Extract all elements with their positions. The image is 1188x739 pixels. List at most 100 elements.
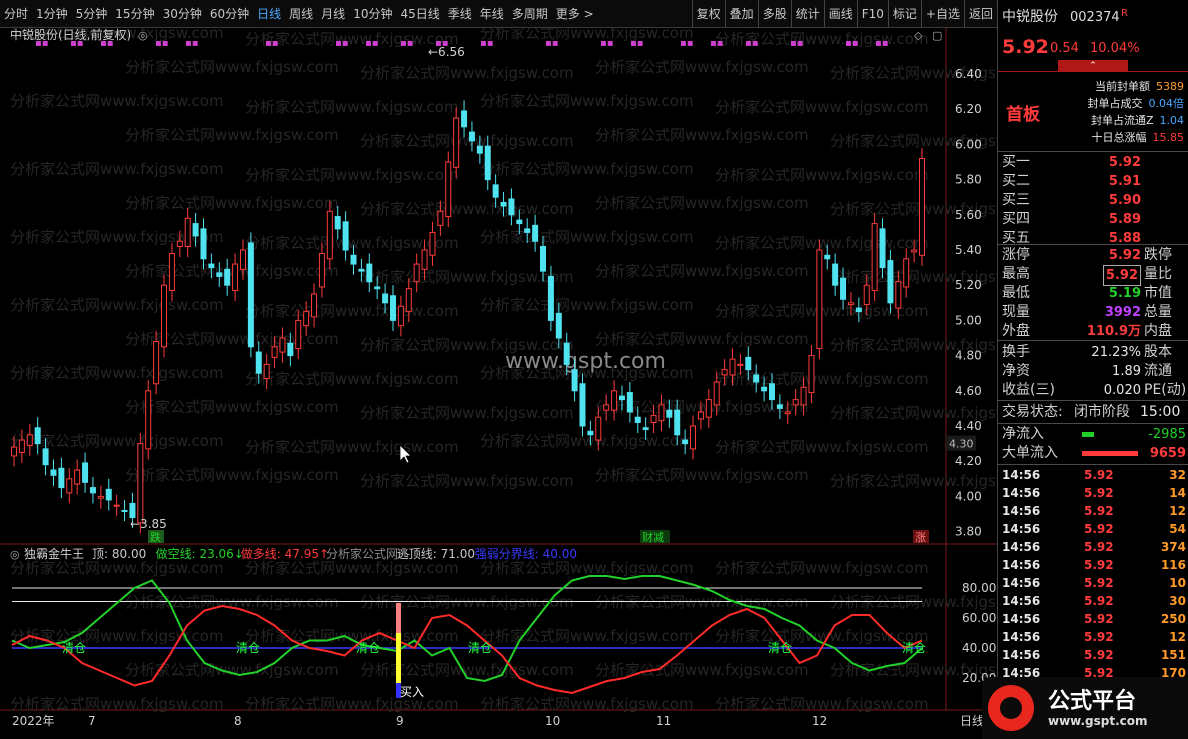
title-dropdown-icon[interactable]: ◎	[138, 29, 148, 42]
watermark-text: 分析家公式网www.fxjgsw.com	[245, 438, 459, 456]
buy-label: 买入	[400, 685, 424, 699]
tool-button[interactable]: +自选	[920, 0, 964, 28]
stock-code: 002374	[1070, 10, 1120, 25]
watermark-text: 分析家公式网www.fxjgsw.com	[125, 194, 339, 212]
period-tab[interactable]: 分时	[0, 0, 32, 28]
watermark-text: 分析家公式网www.fxjgsw.com	[245, 98, 459, 116]
watermark-text: 分析家公式网www.fxjgsw.com	[595, 58, 809, 76]
watermark-text: 分析家公式网www.fxjgsw.com	[245, 695, 459, 713]
board-info-label: 十日总涨幅	[1091, 131, 1147, 144]
watermark-text: 分析家公式网www.fxjgsw.com	[715, 98, 929, 116]
board-info-row: 封单占成交 0.04倍	[1088, 95, 1185, 112]
close-panel-icon[interactable]: ▢	[932, 29, 942, 42]
tool-button[interactable]: 复权	[691, 0, 725, 28]
price-change-pct: 10.04%	[1090, 41, 1140, 56]
trade-status-row: 交易状态: 闭市阶段 15:00	[1002, 404, 1181, 420]
date-tick-label: 12	[812, 714, 827, 728]
watermark-main: www.gspt.com	[505, 349, 666, 374]
watermark-text: 分析家公式网www.fxjgsw.com	[480, 559, 694, 577]
tool-button[interactable]: 标记	[887, 0, 921, 28]
tick-row: 14:56 5.92 12	[1002, 630, 1186, 644]
stock-header: 中锐股份 002374 R	[998, 8, 1188, 27]
period-tab[interactable]: 10分钟	[349, 0, 396, 28]
indicator-tick-label: 60.00	[962, 611, 996, 625]
tick-row: 14:56 5.92 32	[1002, 468, 1186, 482]
tick-row: 14:56 5.92 250	[1002, 612, 1186, 626]
price-tick-label: 4.60	[955, 384, 982, 398]
indicator-tick-label: 40.00	[962, 641, 996, 655]
period-tab[interactable]: 30分钟	[159, 0, 206, 28]
period-tab[interactable]: 季线	[444, 0, 476, 28]
stat2-row: 换手 21.23% 股本	[1002, 344, 1172, 360]
tool-button[interactable]: 画线	[823, 0, 857, 28]
watermark-text: 分析家公式网www.fxjgsw.com	[595, 466, 809, 484]
tool-button[interactable]: 统计	[790, 0, 824, 28]
watermark-text: 分析家公式网www.fxjgsw.com	[125, 398, 339, 416]
watermark-text: 分析家公式网www.fxjgsw.com	[595, 126, 809, 144]
period-tab[interactable]: 15分钟	[111, 0, 158, 28]
indicator-tick-label: 80.00	[962, 581, 996, 595]
period-tab[interactable]: 45日线	[396, 0, 443, 28]
collapse-bar[interactable]: ⌃	[998, 60, 1188, 72]
signal-dot: ▪▪	[100, 38, 114, 49]
candle	[145, 380, 152, 460]
price-tick-label: 5.20	[955, 278, 982, 292]
kline-svg[interactable]: 分析家公式网www.fxjgsw.com 分析家公式网www.fxjgsw.com…	[0, 28, 997, 739]
watermark-text: 分析家公式网www.fxjgsw.com	[125, 262, 339, 280]
date-tick-label: 8	[234, 714, 242, 728]
board-info-value: 0.04倍	[1148, 97, 1185, 110]
period-tab[interactable]: 1分钟	[32, 0, 72, 28]
period-tab[interactable]: 年线	[476, 0, 508, 28]
watermark-text: 分析家公式网www.fxjgsw.com	[245, 559, 459, 577]
period-tab[interactable]: 日线	[253, 0, 285, 28]
period-tab[interactable]: 周线	[285, 0, 317, 28]
board-info-label: 封单占流通Z	[1090, 114, 1154, 127]
period-tab[interactable]: 月线	[317, 0, 349, 28]
bid-row: 买四 5.89	[1002, 211, 1141, 227]
indicator-param: 做多线: 47.95↑	[241, 546, 329, 561]
watermark-text: 分析家公式网www.fxjgsw.com	[480, 160, 694, 178]
watermark-text: 分析家公式网www.fxjgsw.com	[715, 695, 929, 713]
watermark-text: 分析家公式网www.fxjgsw.com	[125, 466, 339, 484]
watermark-text: 分析家公式网www.fxjgsw.com	[715, 370, 929, 388]
period-tab[interactable]: 更多 >	[552, 0, 598, 28]
price-tick-label: 6.20	[955, 102, 982, 116]
period-toolbar: 分时 1分钟 5分钟 15分钟 30分钟 60分钟 日线 周线 月线 10分钟 45日线 季线 年线 多周…	[0, 0, 997, 28]
signal-dot: ▪▪	[875, 38, 889, 49]
watermark-text: 分析家公式网www.fxjgsw.com	[10, 695, 224, 713]
price-tick-label: 6.40	[955, 67, 982, 81]
date-tag: 日线	[960, 714, 984, 728]
date-tick-label: 9	[396, 714, 404, 728]
diamond-icon[interactable]: ◇	[914, 29, 923, 42]
watermark-text: 分析家公式网www.fxjgsw.com	[595, 194, 809, 212]
watermark-text: 分析家公式网www.fxjgsw.com	[480, 92, 694, 110]
chart-area[interactable]: 分析家公式网www.fxjgsw.com 分析家公式网www.fxjgsw.com…	[0, 28, 997, 739]
tool-button[interactable]: 返回	[963, 0, 997, 28]
watermark-text: 分析家公式网www.fxjgsw.com	[10, 432, 224, 450]
tool-button[interactable]: 叠加	[724, 0, 758, 28]
period-tab[interactable]: 5分钟	[72, 0, 112, 28]
logo-title: 公式平台	[1048, 689, 1137, 714]
candle	[247, 232, 254, 358]
price-row: 5.92 0.54 10.04%	[998, 38, 1188, 60]
watermark-text: 分析家公式网www.fxjgsw.com	[245, 627, 459, 645]
period-tab[interactable]: 多周期	[508, 0, 552, 28]
logo-url: www.gspt.com	[1048, 714, 1148, 728]
price-tick-label: 6.00	[955, 137, 982, 151]
collapse-chevron-icon[interactable]: ⌃	[1058, 60, 1128, 72]
date-tick-label: 7	[88, 714, 96, 728]
stat-row: 最低 5.19 市值	[1002, 285, 1172, 301]
tool-button[interactable]: 多股	[757, 0, 791, 28]
indicator-toggle-icon[interactable]: ◎	[10, 548, 20, 561]
candle	[445, 151, 452, 228]
indicator-param: 强弱分界线: 40.00	[475, 547, 577, 561]
stock-name: 中锐股份	[1002, 9, 1058, 25]
watermark-text: 分析家公式网www.fxjgsw.com	[715, 559, 929, 577]
period-tab[interactable]: 60分钟	[206, 0, 253, 28]
net-inflow-row: 净流入 -2985	[1002, 426, 1186, 442]
candle	[871, 213, 878, 302]
clear-signal-label: 清仓	[768, 641, 792, 655]
watermark-text: 分析家公式网www.fxjgsw.com	[360, 64, 574, 82]
watermark-text: 分析家公式网www.fxjgsw.com	[480, 28, 694, 42]
tool-button[interactable]: F10	[856, 0, 888, 28]
